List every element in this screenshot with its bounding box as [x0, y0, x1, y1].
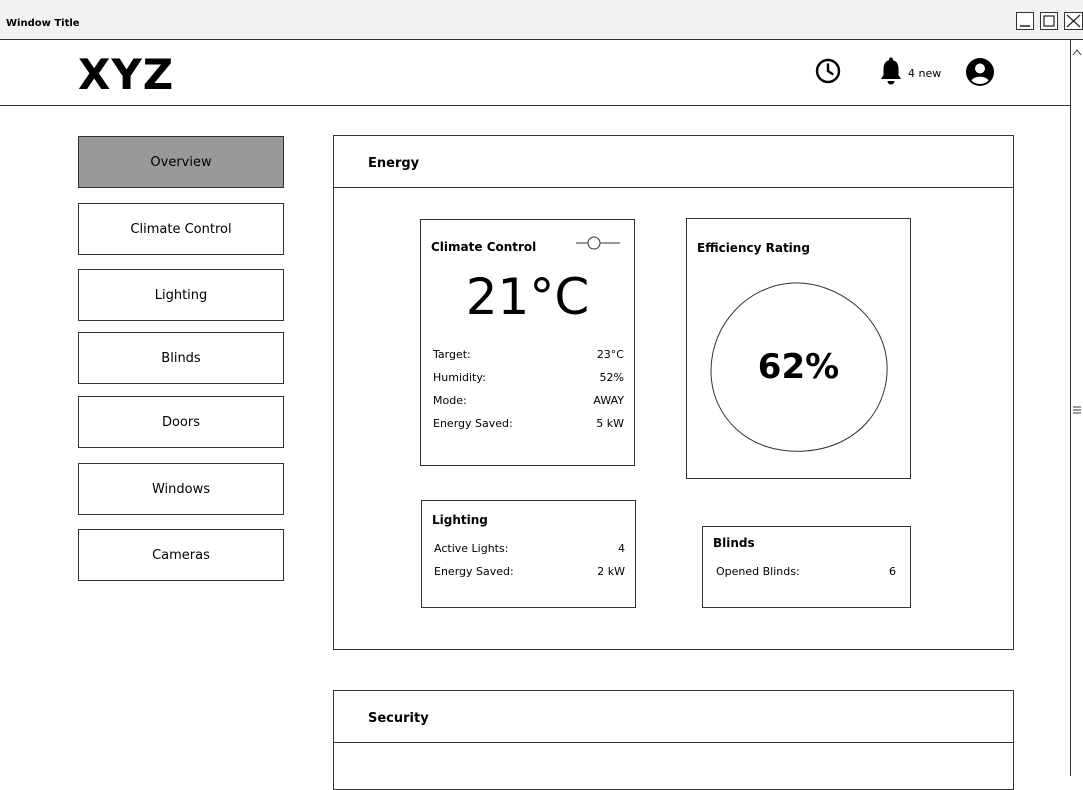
- blinds-card-title: Blinds: [713, 536, 755, 550]
- sidebar-item-lighting[interactable]: Lighting: [78, 269, 284, 321]
- blinds-row-opened: Opened Blinds: 6: [716, 565, 896, 581]
- bell-icon[interactable]: [878, 56, 904, 90]
- scroll-grip-icon[interactable]: [1073, 400, 1081, 414]
- window-title: Window Title: [6, 18, 80, 29]
- sidebar-item-overview[interactable]: Overview: [78, 136, 284, 188]
- lighting-card: Lighting Active Lights: 4 Energy Saved: …: [421, 500, 636, 608]
- sidebar-item-doors[interactable]: Doors: [78, 396, 284, 448]
- security-panel-title: Security: [368, 711, 429, 726]
- lighting-row-value: 2 kW: [597, 565, 625, 578]
- security-panel-header: Security: [334, 691, 1013, 743]
- app-header: XYZ 4 new: [0, 40, 1071, 106]
- climate-row-value: 23°C: [596, 348, 624, 361]
- climate-row-energy-saved: Energy Saved: 5 kW: [433, 417, 624, 433]
- blinds-card: Blinds Opened Blinds: 6: [702, 526, 911, 608]
- sidebar-item-label: Cameras: [152, 547, 210, 563]
- energy-panel-header: Energy: [334, 136, 1013, 188]
- lighting-row-value: 4: [618, 542, 625, 555]
- sidebar-item-label: Windows: [151, 481, 211, 497]
- sidebar-item-cameras[interactable]: Cameras: [78, 529, 284, 581]
- climate-row-target: Target: 23°C: [433, 348, 624, 364]
- user-account-icon[interactable]: [965, 57, 995, 91]
- efficiency-rating-title: Efficiency Rating: [697, 241, 810, 255]
- clock-icon[interactable]: [814, 57, 842, 89]
- lighting-row-label: Active Lights:: [434, 542, 509, 555]
- lighting-row-label: Energy Saved:: [434, 565, 514, 578]
- climate-row-value: AWAY: [593, 394, 624, 407]
- window-titlebar: Window Title: [0, 0, 1083, 40]
- climate-row-label: Target:: [433, 348, 471, 361]
- scroll-up-icon[interactable]: [1072, 42, 1082, 56]
- climate-row-value: 52%: [599, 371, 624, 384]
- minimize-icon[interactable]: [1016, 12, 1034, 30]
- sidebar-item-label: Doors: [161, 414, 201, 430]
- climate-control-title: Climate Control: [431, 240, 537, 254]
- sidebar-item-label: Climate Control: [130, 221, 232, 237]
- lighting-row-energy-saved: Energy Saved: 2 kW: [434, 565, 625, 581]
- sidebar-item-label: Blinds: [161, 350, 201, 366]
- sidebar-item-label: Lighting: [154, 287, 208, 303]
- close-icon[interactable]: [1064, 12, 1083, 30]
- sidebar-item-windows[interactable]: Windows: [78, 463, 284, 515]
- climate-row-humidity: Humidity: 52%: [433, 371, 624, 387]
- climate-row-value: 5 kW: [596, 417, 624, 430]
- sidebar-item-climate-control[interactable]: Climate Control: [78, 203, 284, 255]
- sidebar-item-blinds[interactable]: Blinds: [78, 332, 284, 384]
- efficiency-rating-card: Efficiency Rating 62%: [686, 218, 911, 479]
- maximize-icon[interactable]: [1040, 12, 1058, 30]
- efficiency-rating-value: 62%: [757, 347, 840, 387]
- sidebar-item-label: Overview: [150, 154, 212, 170]
- notifications-badge[interactable]: 4 new: [908, 67, 941, 80]
- climate-row-mode: Mode: AWAY: [433, 394, 624, 410]
- blinds-row-value: 6: [889, 565, 896, 578]
- vertical-scrollbar[interactable]: [1070, 40, 1083, 776]
- climate-row-label: Mode:: [433, 394, 467, 407]
- logo: XYZ: [78, 50, 175, 99]
- security-panel: Security: [333, 690, 1014, 790]
- energy-panel-title: Energy: [368, 156, 420, 171]
- lighting-row-active-lights: Active Lights: 4: [434, 542, 625, 558]
- blinds-row-label: Opened Blinds:: [716, 565, 800, 578]
- current-temperature: 21°C: [465, 268, 590, 326]
- lighting-card-title: Lighting: [432, 513, 488, 527]
- climate-row-label: Energy Saved:: [433, 417, 513, 430]
- climate-row-label: Humidity:: [433, 371, 486, 384]
- energy-panel: Energy Climate Control 21°C Target: 23°C…: [333, 135, 1014, 650]
- climate-toggle-slider[interactable]: [574, 235, 622, 255]
- climate-control-card: Climate Control 21°C Target: 23°C Humidi…: [420, 219, 635, 466]
